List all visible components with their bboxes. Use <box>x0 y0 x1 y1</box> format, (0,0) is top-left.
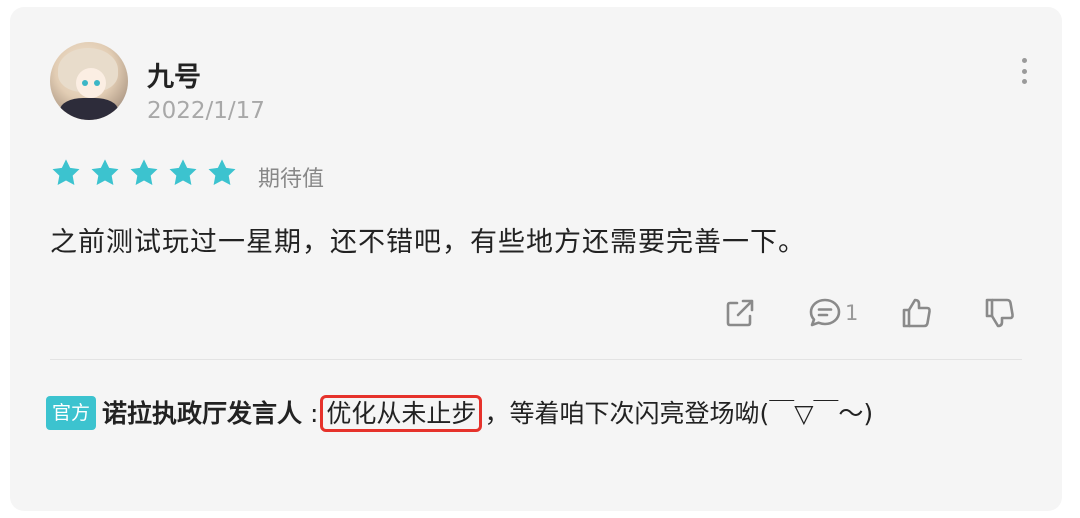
review-card: 九号 2022/1/17 期待值 之前测试玩过一星期，还不错吧，有些地方还需要完… <box>10 7 1062 511</box>
comment-count: 1 <box>845 301 859 325</box>
star-icon <box>91 159 119 185</box>
review-content: 之前测试玩过一星期，还不错吧，有些地方还需要完善一下。 <box>50 227 806 258</box>
comment-button[interactable]: 1 <box>807 293 858 333</box>
official-reply: 官方 诺拉执政厅发言人 : 优化从未止步 ，等着咱下次闪亮登场呦(￣▽￣～) <box>46 391 1006 437</box>
star-icon <box>130 159 158 185</box>
avatar[interactable] <box>50 42 128 120</box>
rating-label: 期待值 <box>258 167 325 192</box>
dislike-button[interactable] <box>982 293 1018 333</box>
highlighted-text: 优化从未止步 <box>320 395 483 432</box>
more-vertical-icon[interactable] <box>1019 58 1029 84</box>
share-icon <box>726 299 754 327</box>
thumbs-down-icon <box>985 298 1014 328</box>
divider <box>50 359 1022 360</box>
comment-icon <box>809 298 841 327</box>
share-button[interactable] <box>722 293 758 333</box>
star-rating <box>50 157 238 189</box>
username[interactable]: 九号 <box>147 55 201 94</box>
star-icon <box>208 159 236 185</box>
reply-separator: : <box>309 399 319 428</box>
star-icon <box>52 159 80 185</box>
reply-text: ，等着咱下次闪亮登场呦(￣▽￣～) <box>484 399 874 428</box>
star-icon <box>169 159 197 185</box>
reply-author[interactable]: 诺拉执政厅发言人 <box>102 399 302 428</box>
like-button[interactable] <box>899 293 935 333</box>
thumbs-up-icon <box>902 298 931 328</box>
official-badge: 官方 <box>46 396 97 430</box>
review-date: 2022/1/17 <box>147 98 265 124</box>
